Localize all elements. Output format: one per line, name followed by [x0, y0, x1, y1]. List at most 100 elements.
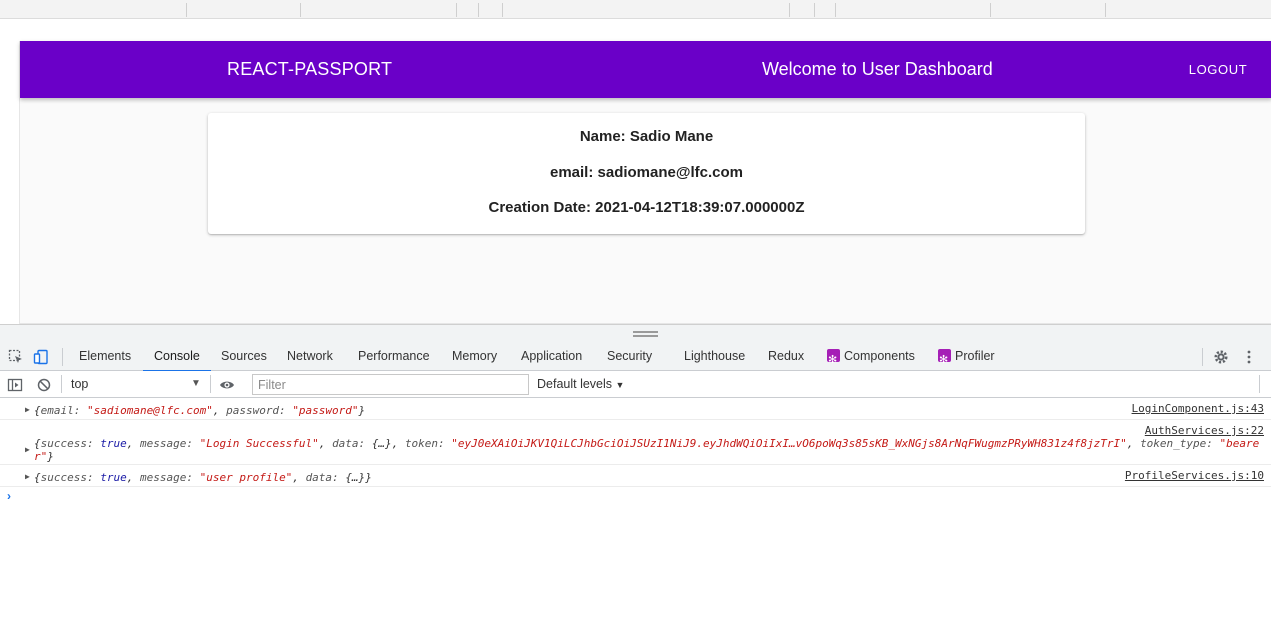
console-token: "Login Successful" [199, 437, 319, 450]
profile-creation-date: Creation Date: 2021-04-12T18:39:07.00000… [488, 199, 805, 216]
console-token: true [100, 471, 127, 484]
tab-sources[interactable]: Sources [221, 343, 267, 371]
console-token: , [318, 437, 333, 450]
ruler-tick [835, 3, 836, 17]
tab-performance[interactable]: Performance [358, 343, 430, 371]
tab-application[interactable]: Application [521, 343, 582, 371]
console-token: { [34, 437, 41, 450]
header-title: Welcome to User Dashboard [762, 59, 993, 79]
brand-title: REACT-PASSPORT [227, 59, 393, 79]
responsive-ruler [0, 0, 1271, 19]
react-profiler-icon [938, 347, 951, 374]
inspect-icon[interactable] [8, 349, 24, 365]
console-token: , [126, 471, 140, 484]
logout-button[interactable]: LOGOUT [1182, 55, 1254, 85]
kebab-menu-icon[interactable] [1241, 349, 1257, 365]
ruler-tick [814, 3, 815, 17]
chevron-down-icon[interactable]: ▼ [191, 378, 201, 389]
tab-profiler[interactable]: Profiler [938, 343, 995, 374]
console-entry: ▶ {email: "sadiomane@lfc.com", password:… [0, 398, 1271, 420]
console-prompt[interactable]: › [7, 489, 11, 503]
devtools-resize-handle[interactable] [0, 324, 1271, 343]
console-token: token_type: [1140, 437, 1220, 450]
toolbar-divider [1202, 348, 1203, 366]
tab-memory[interactable]: Memory [452, 343, 497, 371]
console-token: "user profile" [199, 471, 293, 484]
ruler-tick [1105, 3, 1106, 17]
app-bar: REACT-PASSPORT Welcome to User Dashboard… [20, 41, 1271, 98]
console-filter-input[interactable] [252, 374, 529, 395]
devtools-tab-bar: Elements Console Sources Network Perform… [0, 343, 1271, 374]
clear-console-icon[interactable] [36, 377, 52, 393]
console-token: , [1126, 437, 1141, 450]
console-token: { [34, 404, 41, 417]
ruler-tick [300, 3, 301, 17]
profile-email: email: sadiomane@lfc.com [549, 164, 744, 181]
tab-components[interactable]: Components [827, 343, 915, 374]
eye-icon[interactable] [219, 377, 235, 393]
console-token: data: [332, 437, 372, 450]
tab-lighthouse[interactable]: Lighthouse [684, 343, 745, 371]
tab-network[interactable]: Network [287, 343, 333, 371]
dashboard-app: REACT-PASSPORT Welcome to User Dashboard… [19, 41, 1271, 324]
console-token: data: [305, 471, 346, 484]
console-token: } [365, 471, 372, 484]
console-token: { [34, 471, 41, 484]
tab-security[interactable]: Security [607, 343, 652, 371]
tab-elements[interactable]: Elements [79, 343, 131, 371]
toolbar-divider [1259, 375, 1260, 393]
expand-triangle-icon[interactable]: ▶ [25, 445, 30, 454]
tab-profiler-label: Profiler [955, 349, 995, 363]
toolbar-divider [210, 375, 211, 393]
console-token: "password" [292, 404, 359, 417]
toolbar-divider [62, 348, 63, 366]
console-message[interactable]: {email: "sadiomane@lfc.com", password: "… [34, 404, 1261, 417]
console-token: "eyJ0eXAiOiJKV1QiLCJhbGciOiJSUzI1NiJ9.ey… [451, 437, 1127, 450]
console-token: , [126, 437, 140, 450]
console-token: {…} [371, 437, 392, 450]
console-token: {…} [345, 471, 366, 484]
caret-down-icon: ▼ [615, 380, 625, 390]
console-token: password: [226, 404, 293, 417]
page-viewport: REACT-PASSPORT Welcome to User Dashboard… [0, 19, 1271, 324]
expand-triangle-icon[interactable]: ▶ [25, 472, 30, 481]
ruler-tick [456, 3, 457, 17]
sidebar-toggle-icon[interactable] [7, 377, 23, 393]
settings-gear-icon[interactable] [1213, 349, 1229, 365]
profile-name: Name: Sadio Mane [579, 128, 714, 145]
log-levels-label: Default levels [537, 377, 613, 391]
console-token: "sadiomane@lfc.com" [86, 404, 213, 417]
console-message[interactable]: {success: true, message: "user profile",… [34, 471, 1261, 484]
react-components-icon [827, 347, 840, 374]
console-log: ▶ {email: "sadiomane@lfc.com", password:… [0, 398, 1271, 642]
ruler-tick [789, 3, 790, 17]
console-token: , [212, 404, 227, 417]
tab-redux[interactable]: Redux [768, 343, 804, 371]
console-token: message: [139, 471, 200, 484]
console-token: email: [40, 404, 87, 417]
grip-icon [633, 331, 658, 337]
console-entry: ▶ {success: true, message: "Login Succes… [0, 420, 1271, 465]
console-toolbar: top ▼ Default levels ▼ [0, 371, 1271, 398]
ruler-tick [502, 3, 503, 17]
source-link[interactable]: LoginComponent.js:43 [1132, 402, 1264, 415]
toolbar-divider [61, 375, 62, 393]
tab-console[interactable]: Console [143, 343, 211, 372]
console-token: } [47, 450, 54, 463]
console-token: } [358, 404, 366, 417]
console-message[interactable]: {success: true, message: "Login Successf… [34, 437, 1263, 463]
device-toggle-icon[interactable] [33, 349, 49, 365]
context-selector[interactable]: top [71, 377, 88, 391]
log-levels-dropdown[interactable]: Default levels ▼ [537, 377, 624, 391]
console-token: , [292, 471, 306, 484]
ruler-tick [186, 3, 187, 17]
ruler-tick [478, 3, 479, 17]
expand-triangle-icon[interactable]: ▶ [25, 405, 30, 414]
console-token: success: [40, 471, 101, 484]
source-link[interactable]: ProfileServices.js:10 [1125, 469, 1264, 482]
console-token: , [391, 437, 405, 450]
console-entry: ▶ {success: true, message: "user profile… [0, 465, 1271, 487]
console-token: true [100, 437, 127, 450]
source-link[interactable]: AuthServices.js:22 [1145, 424, 1264, 437]
console-token: message: [139, 437, 200, 450]
